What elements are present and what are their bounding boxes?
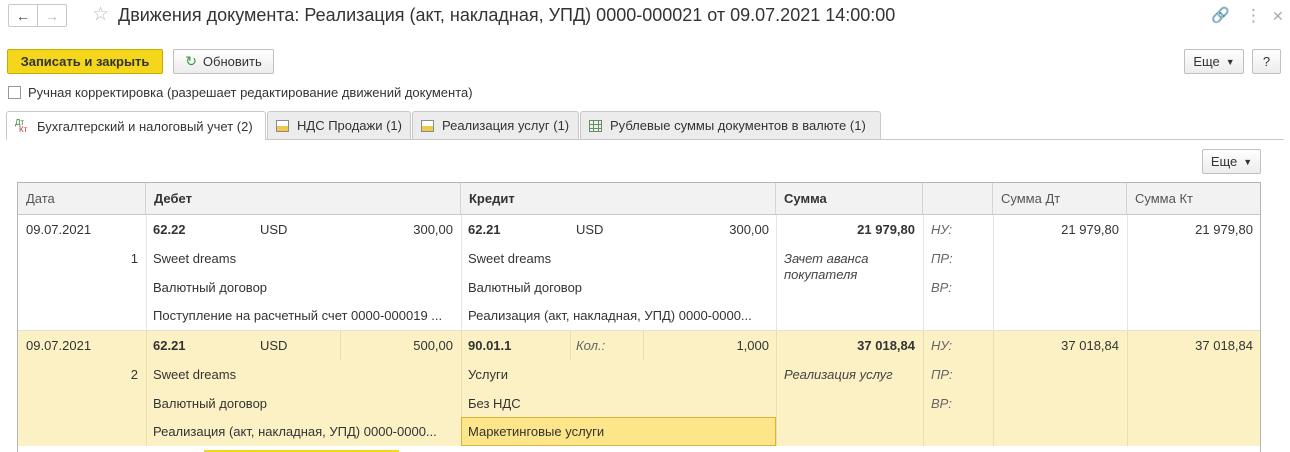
tab-label: Рублевые суммы документов в валюте (1): [610, 118, 866, 133]
register-icon: [421, 119, 434, 132]
manual-edit-checkbox[interactable]: [8, 86, 21, 99]
credit-subconto-1: Sweet dreams: [468, 251, 552, 266]
debit-subconto-1: Sweet dreams: [153, 251, 237, 266]
debit-subconto-3: Реализация (акт, накладная, УПД) 0000-00…: [153, 424, 437, 439]
credit-quantity: 1,000: [736, 338, 769, 353]
posting-content: Зачет аванса покупателя: [784, 251, 869, 282]
credit-quantity-label: Кол.:: [576, 338, 606, 353]
credit-subconto-1: Услуги: [468, 367, 508, 382]
manual-edit-row: Ручная корректировка (разрешает редактир…: [8, 85, 473, 100]
link-icon[interactable]: 🔗: [1211, 6, 1230, 26]
table-row[interactable]: 09.07.2021 1 62.22 USD 300,00 Sweet drea…: [18, 215, 1260, 330]
credit-subconto-2: Валютный договор: [468, 280, 583, 295]
table-header: Дата Дебет Кредит Сумма Сумма Дт Сумма К…: [18, 183, 1260, 215]
tab-label: Бухгалтерский и налоговый учет (2): [37, 118, 253, 134]
manual-edit-label: Ручная корректировка (разрешает редактир…: [28, 85, 473, 100]
tax-type-pr: ПР:: [931, 367, 953, 382]
table-row-selected[interactable]: 09.07.2021 2 62.21 USD 500,00 Sweet drea…: [18, 331, 1260, 446]
refresh-icon: ↻: [185, 53, 197, 69]
tab-label: НДС Продажи (1): [297, 118, 402, 133]
tabs: Дт Кт Бухгалтерский и налоговый учет (2) …: [6, 111, 1286, 140]
postings-table: Дата Дебет Кредит Сумма Сумма Дт Сумма К…: [17, 182, 1261, 452]
credit-account: 90.01.1: [468, 338, 512, 353]
sum-dt: 37 018,84: [1061, 338, 1119, 353]
column-header-date[interactable]: Дата: [18, 183, 146, 214]
posting-sum: 37 018,84: [857, 338, 915, 353]
debit-currency: USD: [260, 338, 288, 353]
debit-credit-icon: Дт Кт: [15, 118, 28, 134]
refresh-label: Обновить: [202, 54, 262, 69]
forward-button[interactable]: →: [37, 4, 67, 27]
arrow-left-icon: ←: [16, 7, 30, 24]
debit-subconto-2: Валютный договор: [153, 280, 268, 295]
back-button[interactable]: ←: [8, 4, 38, 27]
star-icon[interactable]: ☆: [92, 4, 109, 26]
row-number: 1: [130, 251, 138, 266]
credit-subconto-2: Без НДС: [468, 396, 521, 411]
sum-kt: 21 979,80: [1195, 222, 1253, 237]
table-icon: [589, 119, 602, 132]
tax-type-nu: НУ:: [931, 222, 953, 237]
posting-content: Реализация услуг: [784, 367, 893, 382]
table-more-button[interactable]: Еще ▼: [1202, 149, 1261, 174]
posting-sum: 21 979,80: [857, 222, 915, 237]
debit-currency-amount: 500,00: [413, 338, 453, 353]
column-header-sum-dt[interactable]: Сумма Дт: [993, 183, 1127, 214]
tab-accounting[interactable]: Дт Кт Бухгалтерский и налоговый учет (2): [6, 111, 266, 140]
debit-currency: USD: [260, 222, 288, 237]
debit-account: 62.21: [153, 338, 186, 353]
debit-currency-amount: 300,00: [413, 222, 453, 237]
credit-account: 62.21: [468, 222, 501, 237]
tab-services-sales[interactable]: Реализация услуг (1): [412, 111, 579, 139]
dropdown-caret-icon: ▼: [1225, 56, 1235, 67]
row-date: 09.07.2021: [26, 222, 92, 237]
tab-vat-sales[interactable]: НДС Продажи (1): [267, 111, 411, 139]
title-bar: ← → ☆ Движения документа: Реализация (ак…: [0, 0, 1290, 32]
help-button[interactable]: ?: [1252, 49, 1281, 74]
dropdown-caret-icon: ▼: [1243, 156, 1253, 167]
credit-subconto-3: Реализация (акт, накладная, УПД) 0000-00…: [468, 308, 752, 323]
tax-type-vr: ВР:: [931, 396, 952, 411]
sum-kt: 37 018,84: [1195, 338, 1253, 353]
column-header-credit[interactable]: Кредит: [461, 183, 776, 214]
column-header-debit[interactable]: Дебет: [146, 183, 461, 214]
more-label: Еще: [1193, 54, 1220, 69]
tax-type-nu: НУ:: [931, 338, 953, 353]
tax-type-vr: ВР:: [931, 280, 952, 295]
debit-account: 62.22: [153, 222, 186, 237]
credit-currency-amount: 300,00: [729, 222, 769, 237]
more-button[interactable]: Еще ▼: [1184, 49, 1244, 74]
credit-subconto-3[interactable]: Маркетинговые услуги: [468, 417, 768, 446]
column-header-sum[interactable]: Сумма: [776, 183, 923, 214]
tax-type-pr: ПР:: [931, 251, 953, 266]
credit-currency: USD: [576, 222, 604, 237]
tab-ruble-amounts[interactable]: Рублевые суммы документов в валюте (1): [580, 111, 881, 139]
row-date: 09.07.2021: [26, 338, 92, 353]
debit-subconto-1: Sweet dreams: [153, 367, 237, 382]
window-title: Движения документа: Реализация (акт, нак…: [118, 5, 896, 25]
tab-label: Реализация услуг (1): [442, 118, 570, 133]
close-icon[interactable]: ✕: [1272, 6, 1284, 26]
sum-dt: 21 979,80: [1061, 222, 1119, 237]
arrow-right-icon: →: [45, 7, 59, 24]
column-header-tax-type[interactable]: [923, 183, 993, 214]
debit-subconto-3: Поступление на расчетный счет 0000-00001…: [153, 308, 443, 323]
refresh-button[interactable]: ↻ Обновить: [173, 49, 274, 74]
register-icon: [276, 119, 289, 132]
more-label: Еще: [1210, 154, 1238, 169]
row-number: 2: [130, 367, 138, 382]
debit-subconto-2: Валютный договор: [153, 396, 268, 411]
save-and-close-button[interactable]: Записать и закрыть: [7, 49, 163, 74]
more-menu-icon[interactable]: ⋮: [1245, 6, 1262, 26]
column-header-sum-kt[interactable]: Сумма Кт: [1127, 183, 1260, 214]
